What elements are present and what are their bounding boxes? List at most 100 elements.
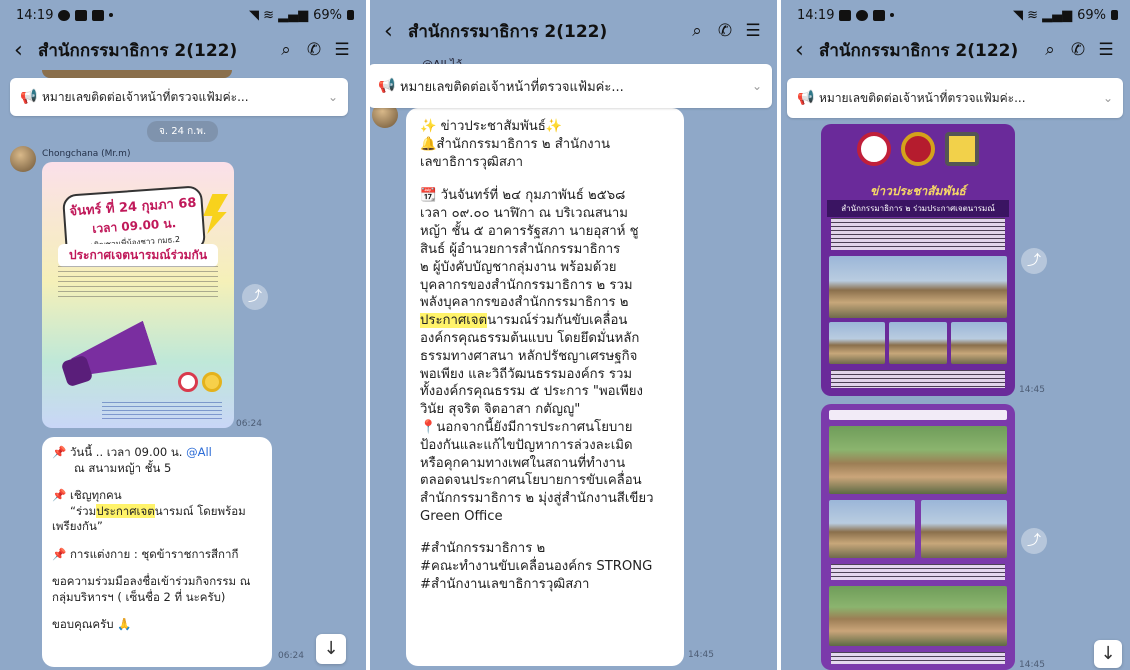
message-line: 📍นอกจากนี้ยังมีการประกาศนโยบาย bbox=[420, 420, 633, 435]
group-photo[interactable] bbox=[829, 586, 1007, 646]
card-subtitle: สำนักกรรมาธิการ ๒ ร่วมประกาศเจตนารมณ์ bbox=[827, 200, 1009, 217]
avatar[interactable] bbox=[10, 146, 36, 172]
battery-icon bbox=[347, 10, 354, 20]
date-separator: จ. 24 ก.พ. bbox=[147, 121, 219, 142]
chat-title: สำนักกรรมาธิการ 2(122) bbox=[38, 40, 238, 61]
announcement-bar[interactable]: 📢 หมายเลขติดต่อเจ้าหน้าที่ตรวจแฟ้มค่ะ...… bbox=[10, 78, 348, 116]
message-line: เวลา ๐๙.๐๐ นาฬิกา ณ บริเวณสนาม bbox=[420, 206, 628, 222]
message-line: ขอความร่วมมือลงชื่อเข้าร่วมกิจกรรม ณ bbox=[52, 574, 251, 589]
signal-icons: ◥ ≋ ▂▄▆ bbox=[1012, 7, 1073, 23]
search-icon[interactable]: ⌕ bbox=[272, 40, 300, 60]
message-line: ✨ ข่าวประชาสัมพันธ์✨ bbox=[420, 119, 563, 134]
chevron-down-icon[interactable]: ⌄ bbox=[328, 90, 338, 104]
message-line: 📌 เชิญทุกคน bbox=[52, 488, 122, 503]
hashtag-line[interactable]: #คณะทำงานขับเคลื่อนองค์กร STRONG bbox=[420, 558, 670, 576]
sender-name: Chongchana (Mr.m) bbox=[42, 149, 131, 159]
event-photo[interactable] bbox=[951, 322, 1007, 364]
event-photo[interactable] bbox=[829, 500, 915, 558]
card-footer-text bbox=[831, 652, 1005, 664]
share-icon[interactable]: ⤴ bbox=[242, 284, 268, 310]
battery-icon bbox=[1111, 10, 1118, 20]
mention-all[interactable]: @All bbox=[186, 445, 212, 459]
message-line: พอเพียง และวิถีวัฒนธรรมองค์กร รวม bbox=[420, 366, 633, 382]
message-line: หญ้า ชั้น ๕ อาคารรัฐสภา นายอุสาห์ ชู bbox=[420, 224, 639, 240]
battery-percent: 69% bbox=[1077, 7, 1106, 23]
megaphone-icon: 📢 bbox=[378, 78, 396, 94]
announcement-bar[interactable]: 📢 หมายเลขติดต่อเจ้าหน้าที่ตรวจแฟ้มค่ะ...… bbox=[370, 64, 772, 108]
event-poster-image[interactable]: จันทร์ ที่ 24 กุมภา 68 เวลา 09.00 น. เชิ… bbox=[42, 162, 234, 428]
chat-screenshot-left: 14:19 ◥ ≋ ▂▄▆ 69% ‹ สำนักกรรมาธิการ 2(12… bbox=[0, 0, 366, 670]
message-line: ทั้งองค์กรคุณธรรม ๕ ประการ "พอเพียง bbox=[420, 384, 643, 400]
message-line: บุคลากรของสำนักกรรมาธิการ ๒ รวม bbox=[420, 277, 633, 293]
back-arrow-icon[interactable]: ‹ bbox=[14, 38, 38, 63]
announcement-bar[interactable]: 📢 หมายเลขติดต่อเจ้าหน้าที่ตรวจแฟ้มค่ะ...… bbox=[787, 78, 1123, 118]
menu-icon[interactable]: ☰ bbox=[739, 21, 767, 41]
message-line: 🔔สำนักกรรมาธิการ ๒ สำนักงาน bbox=[420, 136, 611, 152]
news-image-card[interactable]: ข่าวประชาสัมพันธ์ สำนักกรรมาธิการ ๒ ร่วม… bbox=[821, 124, 1015, 396]
chat-header: ‹ สำนักกรรมาธิการ 2(122) ⌕ ✆ ☰ bbox=[781, 30, 1130, 70]
message-line: วินัย สุจริต จิตอาสา กตัญญู" bbox=[420, 402, 581, 418]
megaphone-icon: 📢 bbox=[20, 89, 38, 105]
arrow-down-icon[interactable]: ↓ bbox=[316, 634, 346, 664]
timestamp: 06:24 bbox=[278, 651, 304, 661]
group-photo[interactable] bbox=[829, 426, 1007, 494]
timestamp: 14:45 bbox=[1019, 385, 1045, 395]
status-time: 14:19 bbox=[797, 7, 835, 23]
message-line: เพรียงกัน” bbox=[52, 519, 103, 534]
menu-icon[interactable]: ☰ bbox=[1092, 40, 1120, 60]
message-bubble[interactable]: 📌 วันนี้ .. เวลา 09.00 น. @All ณ สนามหญ้… bbox=[42, 437, 272, 667]
menu-icon[interactable]: ☰ bbox=[328, 40, 356, 60]
message-line: ๒ ผู้บังคับบัญชากลุ่มงาน พร้อมด้วย bbox=[420, 259, 617, 275]
timestamp: 06:24 bbox=[236, 419, 262, 429]
app-notification-icon bbox=[75, 9, 88, 21]
hashtag-line[interactable]: #สำนักกรรมาธิการ ๒ bbox=[420, 540, 670, 558]
phone-icon[interactable]: ✆ bbox=[300, 40, 328, 60]
more-notifications-dot bbox=[109, 13, 114, 17]
message-line: เลขาธิการวุฒิสภา bbox=[420, 154, 523, 170]
share-icon[interactable]: ⤴ bbox=[1021, 528, 1047, 554]
chevron-down-icon[interactable]: ⌄ bbox=[752, 79, 762, 93]
status-time: 14:19 bbox=[16, 7, 54, 23]
message-line: ธรรมทางศาสนา หลักปรัชญาเศรษฐกิจ bbox=[420, 348, 638, 364]
search-icon[interactable]: ⌕ bbox=[683, 21, 711, 41]
message-line: ป้องกันและแก้ไขปัญหาการล่วงละเมิด bbox=[420, 437, 633, 453]
status-bar: 14:19 ◥ ≋ ▂▄▆ 69% bbox=[0, 0, 366, 30]
event-photo[interactable] bbox=[829, 322, 885, 364]
message-line: สินธ์ ผู้อำนวยการสำนักกรรมาธิการ bbox=[420, 241, 621, 257]
event-photo[interactable] bbox=[921, 500, 1007, 558]
messenger-notification-icon bbox=[58, 9, 71, 21]
megaphone-icon: 📢 bbox=[797, 90, 815, 106]
search-icon[interactable]: ⌕ bbox=[1036, 40, 1064, 60]
previous-image-edge bbox=[42, 70, 232, 78]
arrow-down-icon[interactable]: ↓ bbox=[1094, 640, 1122, 668]
card-body-text bbox=[831, 218, 1005, 250]
megaphone-illustration bbox=[54, 314, 164, 394]
chevron-down-icon[interactable]: ⌄ bbox=[1103, 91, 1113, 105]
photo-collage-card[interactable] bbox=[821, 404, 1015, 670]
share-icon[interactable]: ⤴ bbox=[1021, 248, 1047, 274]
hashtag-line[interactable]: #สำนักงานเลขาธิการวุฒิสภา bbox=[420, 576, 670, 594]
message-line: พลังบุคลากรของสำนักกรรมาธิการ ๒ bbox=[420, 295, 629, 311]
lightning-icon bbox=[203, 194, 228, 234]
message-line: สำนักกรรมาธิการ ๒ มุ่งสู่สำนักงานสีเขียว bbox=[420, 491, 654, 507]
poster-fine-print bbox=[58, 266, 218, 300]
chat-screenshot-middle: ‹ สำนักกรรมาธิการ 2(122) ⌕ ✆ ☰ @All ไอ้ … bbox=[370, 0, 777, 670]
phone-icon[interactable]: ✆ bbox=[1064, 40, 1092, 60]
card-caption-text bbox=[831, 564, 1005, 580]
poster-footer-text bbox=[102, 402, 222, 420]
event-photo[interactable] bbox=[889, 322, 947, 364]
back-arrow-icon[interactable]: ‹ bbox=[384, 19, 408, 44]
phone-icon[interactable]: ✆ bbox=[711, 21, 739, 41]
logo-strong bbox=[945, 132, 979, 166]
signal-icons: ◥ ≋ ▂▄▆ bbox=[248, 7, 309, 23]
message-line: หรือคุกคามทางเพศในสถานที่ทำงาน bbox=[420, 455, 626, 471]
poster-logos bbox=[178, 372, 222, 392]
back-arrow-icon[interactable]: ‹ bbox=[795, 38, 819, 63]
poster-headline: ประกาศเจตนารมณ์ร่วมกัน bbox=[58, 244, 218, 267]
message-line: ตลอดจนประกาศนโยบายการขับเคลื่อน bbox=[420, 473, 642, 489]
group-photo[interactable] bbox=[829, 256, 1007, 318]
message-bubble[interactable]: ✨ ข่าวประชาสัมพันธ์✨ 🔔สำนักกรรมาธิการ ๒ … bbox=[406, 108, 684, 666]
more-notifications-dot bbox=[890, 13, 895, 17]
message-line: ประกาศเจตนารมณ์ร่วมกันขับเคลื่อน bbox=[420, 313, 628, 329]
message-line: 📌 การแต่งกาย : ชุดข้าราชการสีกากี bbox=[52, 546, 239, 561]
